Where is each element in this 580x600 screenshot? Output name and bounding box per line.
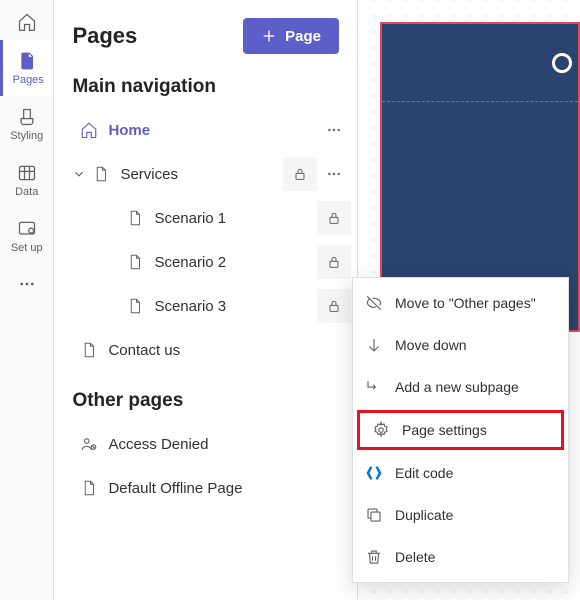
page-icon — [126, 209, 144, 227]
preview-logo-icon — [552, 53, 572, 73]
rail-label: Styling — [10, 130, 43, 142]
hide-icon — [365, 294, 383, 312]
new-page-label: Page — [285, 28, 321, 45]
tree-label: Default Offline Page — [108, 480, 357, 497]
menu-label: Move down — [395, 337, 467, 353]
tree-label: Services — [120, 166, 283, 183]
row-lock-button[interactable] — [317, 289, 351, 323]
row-more-button[interactable] — [317, 157, 351, 191]
rail-item-pages[interactable]: Pages — [0, 40, 53, 96]
panel-title: Pages — [72, 23, 137, 49]
tree-label: Scenario 3 — [154, 298, 317, 315]
menu-label: Edit code — [395, 465, 453, 481]
rail-more-button[interactable] — [0, 264, 53, 304]
menu-edit-code[interactable]: Edit code — [353, 452, 568, 494]
rail-item-styling[interactable]: Styling — [0, 96, 53, 152]
duplicate-icon — [365, 506, 383, 524]
menu-move-down[interactable]: Move down — [353, 324, 568, 366]
pages-panel: Pages Page Main navigation Home Services — [54, 0, 358, 600]
page-icon — [18, 51, 38, 71]
tree-row-access-denied[interactable]: Access Denied — [54, 422, 357, 466]
section-main-nav: Main navigation — [54, 68, 357, 108]
context-menu: Move to "Other pages" Move down Add a ne… — [352, 277, 569, 583]
page-icon — [92, 165, 110, 183]
rail-label: Pages — [13, 74, 44, 86]
tree-label: Scenario 1 — [154, 210, 317, 227]
tree-main: Home Services Scenario 1 — [54, 108, 357, 382]
ellipsis-icon — [326, 122, 342, 138]
lock-icon — [326, 210, 342, 226]
ellipsis-icon — [18, 275, 36, 293]
tree-row-services[interactable]: Services — [54, 152, 357, 196]
brush-icon — [17, 107, 37, 127]
plus-icon — [261, 28, 277, 44]
menu-label: Move to "Other pages" — [395, 295, 536, 311]
tree-label: Scenario 2 — [154, 254, 317, 271]
row-more-button[interactable] — [317, 113, 351, 147]
page-icon — [80, 341, 98, 359]
rail-item-setup[interactable]: Set up — [0, 208, 53, 264]
menu-duplicate[interactable]: Duplicate — [353, 494, 568, 536]
gear-icon — [372, 421, 390, 439]
menu-label: Delete — [395, 549, 435, 565]
page-icon — [126, 297, 144, 315]
table-icon — [17, 163, 37, 183]
section-other-pages: Other pages — [54, 382, 357, 422]
menu-label: Page settings — [402, 422, 487, 438]
rail-label: Data — [15, 186, 38, 198]
chevron-down-icon[interactable] — [72, 167, 86, 181]
menu-add-subpage[interactable]: Add a new subpage — [353, 366, 568, 408]
tree-row-scenario3[interactable]: Scenario 3 — [54, 284, 357, 328]
tree-row-home[interactable]: Home — [54, 108, 357, 152]
tree-label: Home — [108, 122, 317, 139]
row-lock-button[interactable] — [317, 201, 351, 235]
panel-header: Pages Page — [54, 0, 357, 68]
arrow-down-icon — [365, 336, 383, 354]
nav-rail: Pages Styling Data Set up — [0, 0, 54, 600]
tree-row-scenario1[interactable]: Scenario 1 — [54, 196, 357, 240]
tree-label: Contact us — [108, 342, 357, 359]
rail-home-button[interactable] — [0, 4, 53, 40]
new-page-button[interactable]: Page — [243, 18, 339, 54]
setup-icon — [17, 219, 37, 239]
lock-icon — [292, 166, 308, 182]
trash-icon — [365, 548, 383, 566]
row-lock-button[interactable] — [317, 245, 351, 279]
tree-row-contact[interactable]: Contact us — [54, 328, 357, 372]
rail-label: Set up — [11, 242, 43, 254]
menu-delete[interactable]: Delete — [353, 536, 568, 578]
home-icon — [80, 121, 98, 139]
preview-header — [382, 24, 578, 102]
lock-icon — [326, 254, 342, 270]
row-lock-button[interactable] — [283, 157, 317, 191]
lock-icon — [326, 298, 342, 314]
menu-page-settings[interactable]: Page settings — [357, 410, 564, 450]
code-icon — [365, 464, 383, 482]
subpage-icon — [365, 378, 383, 396]
person-denied-icon — [80, 435, 98, 453]
tree-row-scenario2[interactable]: Scenario 2 — [54, 240, 357, 284]
home-icon — [17, 12, 37, 32]
page-icon — [80, 479, 98, 497]
tree-label: Access Denied — [108, 436, 357, 453]
ellipsis-icon — [326, 166, 342, 182]
page-icon — [126, 253, 144, 271]
tree-other: Access Denied Default Offline Page — [54, 422, 357, 520]
menu-label: Add a new subpage — [395, 379, 519, 395]
tree-row-offline[interactable]: Default Offline Page — [54, 466, 357, 510]
rail-item-data[interactable]: Data — [0, 152, 53, 208]
menu-move-other[interactable]: Move to "Other pages" — [353, 282, 568, 324]
menu-label: Duplicate — [395, 507, 453, 523]
